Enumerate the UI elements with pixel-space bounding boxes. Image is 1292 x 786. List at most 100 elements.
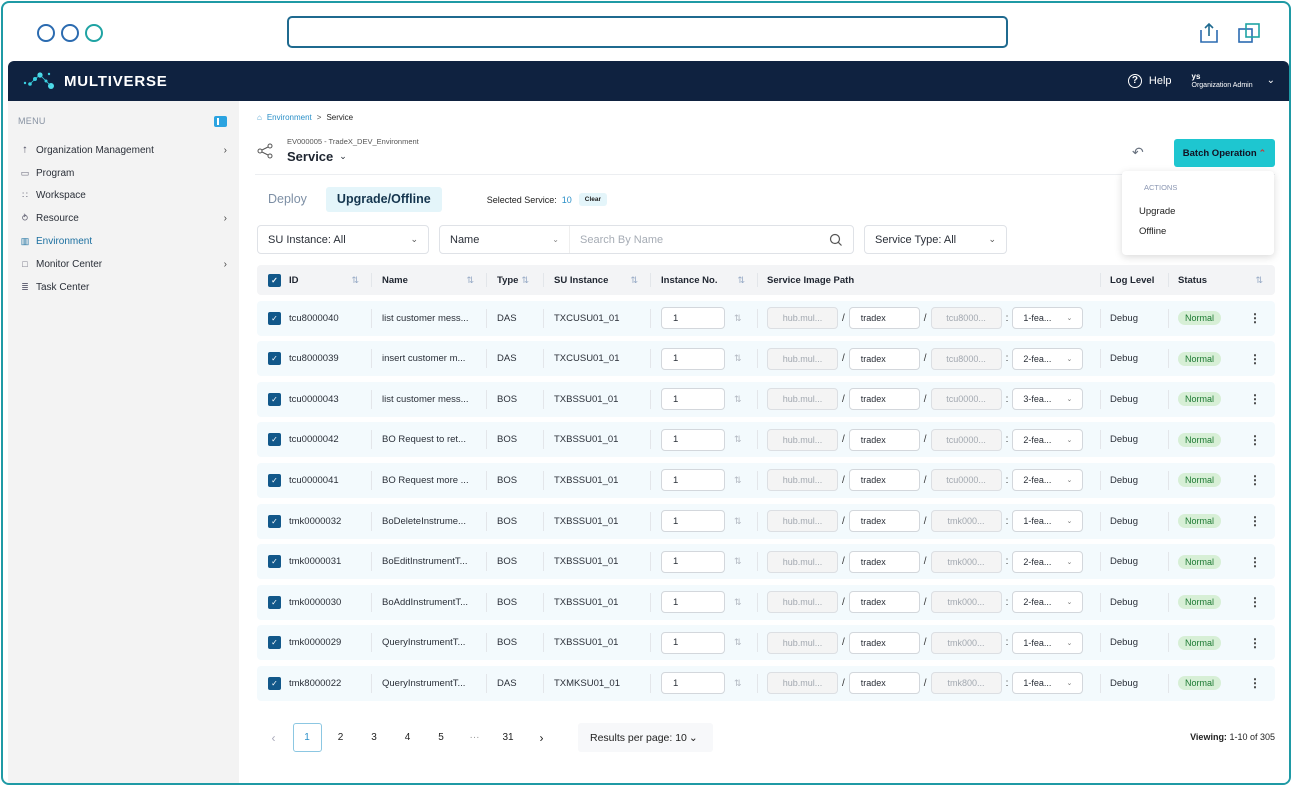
sidebar-item-resource[interactable]: ⥁ Resource › [8, 207, 239, 230]
instance-number-input[interactable]: 1 [661, 307, 725, 330]
instance-number-input[interactable]: 1 [661, 469, 725, 492]
instance-number-input[interactable]: 1 [661, 672, 725, 695]
breadcrumb-environment[interactable]: Environment [267, 113, 312, 122]
scale-icon[interactable]: ⇅ [734, 353, 742, 364]
repository-input[interactable]: tradex [848, 550, 920, 573]
scale-icon[interactable]: ⇅ [734, 556, 742, 567]
scale-icon[interactable]: ⇅ [734, 678, 742, 689]
more-actions-icon[interactable]: ⋮ [1249, 473, 1261, 487]
repository-input[interactable]: tradex [848, 469, 920, 492]
user-menu[interactable]: ys Organization Admin ⌄ [1192, 72, 1275, 89]
row-checkbox[interactable]: ✓ [268, 636, 281, 650]
more-actions-icon[interactable]: ⋮ [1249, 352, 1261, 366]
instance-number-input[interactable]: 1 [661, 428, 725, 451]
instance-number-input[interactable]: 1 [661, 510, 725, 533]
undo-icon[interactable]: ↶ [1132, 144, 1144, 161]
instance-number-input[interactable]: 1 [661, 550, 725, 573]
search-icon[interactable] [829, 233, 843, 247]
sort-icon[interactable]: ⇅ [351, 275, 359, 286]
home-icon[interactable]: ⌂ [257, 113, 262, 122]
sort-icon[interactable]: ⇅ [521, 275, 529, 286]
service-type-select[interactable]: Service Type: All ⌄ [864, 225, 1007, 254]
instance-number-input[interactable]: 1 [661, 347, 725, 370]
repository-input[interactable]: tradex [848, 591, 920, 614]
page-button[interactable]: 31 [494, 723, 523, 752]
row-checkbox[interactable]: ✓ [268, 514, 281, 528]
duplicate-window-icon[interactable] [1237, 21, 1261, 45]
row-checkbox[interactable]: ✓ [268, 595, 281, 609]
logo[interactable]: MULTIVERSE [22, 70, 168, 92]
more-actions-icon[interactable]: ⋮ [1249, 676, 1261, 690]
share-button[interactable] [255, 141, 275, 161]
instance-number-input[interactable]: 1 [661, 388, 725, 411]
sidebar-item-program[interactable]: ▭ Program [8, 162, 239, 185]
sidebar-item-monitor-center[interactable]: □ Monitor Center › [8, 253, 239, 276]
row-checkbox[interactable]: ✓ [268, 473, 281, 487]
search-field-select[interactable]: Name ⌄ [440, 226, 570, 253]
row-checkbox[interactable]: ✓ [268, 555, 281, 569]
tab-deploy[interactable]: Deploy [257, 187, 318, 212]
sidebar-item-workspace[interactable]: ∷ Workspace [8, 185, 239, 208]
scale-icon[interactable]: ⇅ [734, 475, 742, 486]
image-tag-select[interactable]: 2-fea... ⌄ [1012, 591, 1084, 614]
select-all-checkbox[interactable]: ✓ [268, 273, 281, 287]
menu-item-upgrade[interactable]: Upgrade [1122, 202, 1274, 222]
prev-page-button[interactable]: ‹ [259, 723, 288, 752]
image-tag-select[interactable]: 1-fea... ⌄ [1012, 672, 1084, 695]
page-button[interactable]: 5 [427, 723, 456, 752]
scale-icon[interactable]: ⇅ [734, 434, 742, 445]
help-button[interactable]: ? Help [1127, 73, 1172, 88]
image-tag-select[interactable]: 2-fea... ⌄ [1012, 469, 1084, 492]
image-tag-select[interactable]: 1-fea... ⌄ [1012, 510, 1084, 533]
scale-icon[interactable]: ⇅ [734, 597, 742, 608]
image-tag-select[interactable]: 1-fea... ⌄ [1012, 307, 1084, 330]
more-actions-icon[interactable]: ⋮ [1249, 433, 1261, 447]
scale-icon[interactable]: ⇅ [734, 313, 742, 324]
page-ellipsis[interactable]: ··· [460, 723, 489, 752]
scale-icon[interactable]: ⇅ [734, 394, 742, 405]
scale-icon[interactable]: ⇅ [734, 637, 742, 648]
image-tag-select[interactable]: 1-fea... ⌄ [1012, 631, 1084, 654]
window-minimize-button[interactable] [61, 24, 79, 42]
row-checkbox[interactable]: ✓ [268, 433, 281, 447]
sort-icon[interactable]: ⇅ [630, 275, 638, 286]
repository-input[interactable]: tradex [848, 347, 920, 370]
repository-input[interactable]: tradex [848, 631, 920, 654]
page-button[interactable]: 3 [360, 723, 389, 752]
window-close-button[interactable] [37, 24, 55, 42]
more-actions-icon[interactable]: ⋮ [1249, 595, 1261, 609]
tab-upgrade-offline[interactable]: Upgrade/Offline [325, 187, 442, 212]
more-actions-icon[interactable]: ⋮ [1249, 514, 1261, 528]
row-checkbox[interactable]: ✓ [268, 352, 281, 366]
su-instance-select[interactable]: SU Instance: All ⌄ [257, 225, 429, 254]
next-page-button[interactable]: › [527, 723, 556, 752]
image-tag-select[interactable]: 2-fea... ⌄ [1012, 428, 1084, 451]
repository-input[interactable]: tradex [848, 510, 920, 533]
repository-input[interactable]: tradex [848, 307, 920, 330]
sidebar-item-environment[interactable]: ▥ Environment [8, 230, 239, 253]
image-tag-select[interactable]: 2-fea... ⌄ [1012, 347, 1084, 370]
image-tag-select[interactable]: 2-fea... ⌄ [1012, 550, 1084, 573]
scale-icon[interactable]: ⇅ [734, 516, 742, 527]
batch-operation-button[interactable]: Batch Operation ⌃ [1174, 139, 1275, 167]
instance-number-input[interactable]: 1 [661, 591, 725, 614]
results-per-page-select[interactable]: Results per page: 10 ⌄ [578, 723, 713, 752]
image-tag-select[interactable]: 3-fea... ⌄ [1012, 388, 1084, 411]
repository-input[interactable]: tradex [848, 388, 920, 411]
page-button[interactable]: 4 [393, 723, 422, 752]
instance-number-input[interactable]: 1 [661, 631, 725, 654]
menu-item-offline[interactable]: Offline [1122, 222, 1274, 242]
search-input[interactable]: Search By Name [570, 233, 853, 247]
sidebar-collapse-icon[interactable] [214, 115, 227, 127]
row-checkbox[interactable]: ✓ [268, 676, 281, 690]
window-maximize-button[interactable] [85, 24, 103, 42]
more-actions-icon[interactable]: ⋮ [1249, 311, 1261, 325]
sidebar-item-task-center[interactable]: ≣ Task Center [8, 276, 239, 299]
page-button[interactable]: 2 [326, 723, 355, 752]
sort-icon[interactable]: ⇅ [1255, 275, 1263, 286]
clear-button[interactable]: Clear [578, 193, 608, 206]
repository-input[interactable]: tradex [848, 428, 920, 451]
page-button[interactable]: 1 [292, 723, 322, 752]
more-actions-icon[interactable]: ⋮ [1249, 555, 1261, 569]
more-actions-icon[interactable]: ⋮ [1249, 636, 1261, 650]
